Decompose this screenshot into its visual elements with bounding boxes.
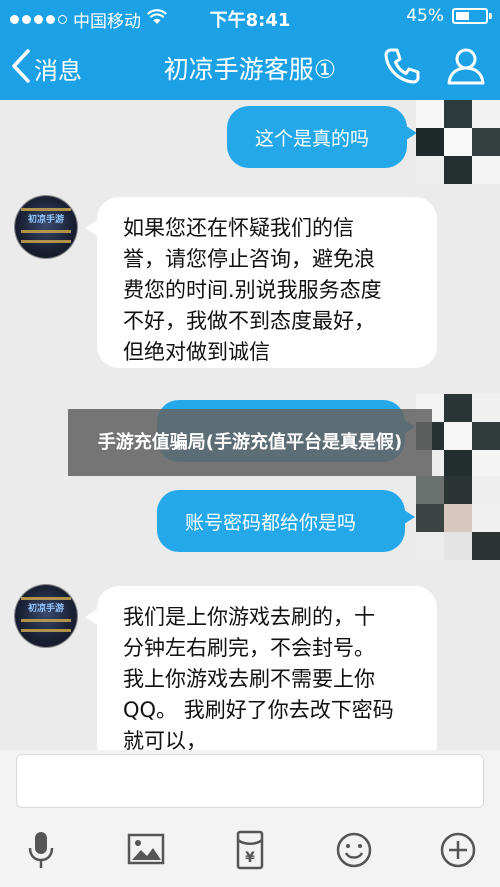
message-bubble-incoming[interactable]: 如果您还在怀疑我们的信 誉，请您停止咨询，避免浪 费您的时间.别说我服务态度 不…: [85, 197, 437, 368]
message-text: 账号密码都给你是吗: [185, 511, 357, 534]
service-avatar[interactable]: 初凉手游: [15, 196, 77, 258]
message-text: 我们是上你游戏去刷的，十 分钟左右刷完，不会封号。 我上你游戏去刷不需要上你 Q…: [123, 605, 394, 750]
battery-icon: [452, 8, 492, 24]
photo-button[interactable]: [124, 828, 168, 872]
chevron-left-icon: [10, 48, 32, 88]
composer-toolbar: ¥: [0, 828, 500, 878]
nav-bar: 消息 初凉手游客服①: [0, 34, 500, 100]
article-title-overlay: 手游充值骗局(手游充值平台是真是假): [68, 409, 432, 476]
status-bar: 中国移动 下午8:41 45%: [0, 0, 500, 34]
back-label: 消息: [34, 56, 82, 85]
message-bubble-outgoing[interactable]: 账号密码都给你是吗: [157, 490, 415, 552]
red-packet-icon: ¥: [228, 830, 272, 876]
voice-button[interactable]: [20, 828, 64, 872]
composer: ¥: [0, 750, 500, 887]
emoji-button[interactable]: [332, 828, 376, 872]
svg-text:¥: ¥: [245, 850, 255, 866]
call-button[interactable]: [382, 46, 422, 90]
phone-icon: [382, 48, 422, 90]
emoji-icon: [332, 832, 376, 876]
message-bubble-incoming[interactable]: 我们是上你游戏去刷的，十 分钟左右刷完，不会封号。 我上你游戏去刷不需要上你 Q…: [85, 586, 437, 750]
message-text: 这个是真的吗: [255, 127, 370, 150]
more-button[interactable]: [436, 828, 480, 872]
battery-percent: 45%: [406, 6, 444, 26]
service-avatar[interactable]: 初凉手游: [15, 585, 77, 647]
person-icon: [446, 48, 486, 90]
contact-profile-button[interactable]: [446, 46, 486, 90]
status-right: 45%: [406, 6, 492, 26]
message-bubble-outgoing[interactable]: 这个是真的吗: [227, 106, 417, 168]
image-icon: [124, 833, 168, 876]
back-button[interactable]: 消息: [10, 48, 82, 88]
microphone-icon: [20, 832, 64, 876]
message-text: 如果您还在怀疑我们的信 誉，请您停止咨询，避免浪 费您的时间.别说我服务态度 不…: [123, 216, 382, 364]
red-packet-button[interactable]: ¥: [228, 828, 272, 872]
plus-icon: [436, 832, 480, 876]
message-input[interactable]: [16, 754, 484, 808]
